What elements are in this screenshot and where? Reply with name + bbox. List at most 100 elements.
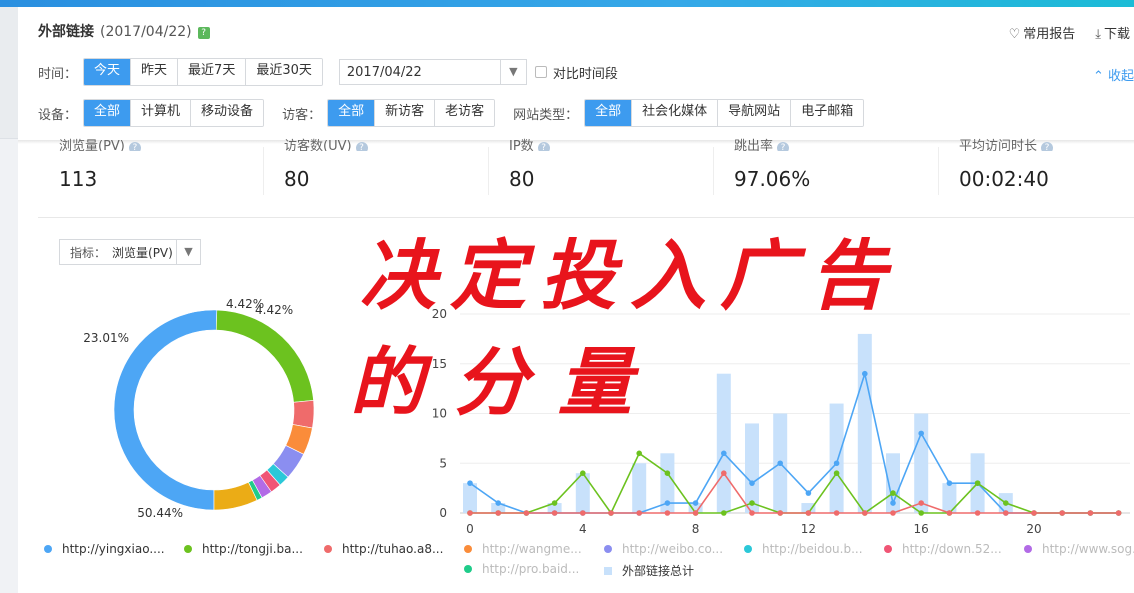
total-bar[interactable]: [829, 403, 844, 513]
legend-label: 外部链接总计: [622, 564, 695, 578]
series-point[interactable]: [467, 510, 473, 516]
series-point[interactable]: [777, 460, 783, 467]
charts-canvas: 50.44%23.01%4.42%4.42% 051015200 4 8 12 16 20…: [83, 231, 1130, 536]
legend-label: http://pro.baid...: [482, 562, 580, 576]
legend-marker: [324, 545, 332, 553]
series-point[interactable]: [1003, 500, 1009, 506]
series-point[interactable]: [636, 510, 642, 516]
series-point[interactable]: [1087, 510, 1094, 516]
x-tick-label: 4: [579, 522, 587, 536]
series-point[interactable]: [721, 470, 727, 477]
series-point[interactable]: [467, 480, 473, 486]
legend-label: http://weibo.co...: [622, 542, 724, 556]
legend-marker: [464, 545, 472, 553]
series-point[interactable]: [946, 510, 953, 516]
series-point[interactable]: [1003, 510, 1009, 516]
legend-label: http://beidou.b...: [762, 542, 863, 556]
legend-label: http://down.52...: [902, 542, 1002, 556]
series-point[interactable]: [862, 370, 868, 377]
series-point[interactable]: [833, 470, 840, 477]
series-point[interactable]: [974, 510, 981, 516]
donut-chart: 50.44%23.01%4.42%4.42%: [83, 297, 315, 520]
donut-slice[interactable]: [215, 309, 314, 403]
series-point[interactable]: [664, 510, 671, 516]
series-point[interactable]: [580, 470, 586, 477]
series-point[interactable]: [946, 480, 953, 486]
total-bar[interactable]: [716, 373, 731, 513]
series-point[interactable]: [721, 450, 727, 457]
total-bar[interactable]: [914, 413, 929, 514]
series-point[interactable]: [862, 510, 868, 516]
series-point[interactable]: [495, 500, 502, 506]
donut-slice[interactable]: [113, 309, 218, 511]
total-bar[interactable]: [632, 463, 647, 513]
total-bar[interactable]: [857, 333, 872, 513]
legend-marker: [464, 565, 472, 573]
legend-marker: [744, 545, 752, 553]
legend-marker: [604, 545, 612, 553]
legend-label: http://yingxiao....: [62, 542, 165, 556]
legend-item[interactable]: http://tuhao.a8...: [324, 542, 443, 556]
legend-marker: [884, 545, 892, 553]
series-point[interactable]: [918, 510, 924, 516]
x-tick-label: 8: [692, 522, 700, 536]
legend-item[interactable]: http://pro.baid...: [464, 562, 579, 576]
x-tick-label: 12: [801, 522, 816, 536]
legend-label: http://tuhao.a8...: [342, 542, 444, 556]
legend-label: http://tongji.ba...: [202, 542, 303, 556]
legend-item[interactable]: http://tongji.ba...: [184, 542, 303, 556]
series-point[interactable]: [749, 500, 755, 506]
handwritten-annotation: 决定投入广告 的分量: [350, 231, 900, 426]
series-point[interactable]: [749, 480, 755, 486]
series-point[interactable]: [580, 510, 586, 516]
series-point[interactable]: [890, 510, 896, 516]
series-point[interactable]: [551, 500, 558, 506]
legend-item[interactable]: http://www.sog...: [1024, 542, 1134, 556]
legend-item[interactable]: http://weibo.co...: [604, 542, 723, 556]
legend-item[interactable]: http://wangme...: [464, 542, 582, 556]
series-point[interactable]: [608, 510, 614, 516]
series-point[interactable]: [805, 510, 812, 516]
series-point[interactable]: [833, 460, 840, 467]
series-point[interactable]: [1115, 510, 1122, 516]
series-point[interactable]: [974, 480, 981, 486]
series-point[interactable]: [777, 510, 783, 516]
series-point[interactable]: [664, 470, 671, 477]
total-bar[interactable]: [463, 483, 477, 513]
series-point[interactable]: [1031, 510, 1037, 516]
series-point[interactable]: [918, 430, 924, 437]
legend-label: http://wangme...: [482, 542, 582, 556]
series-point[interactable]: [523, 510, 530, 516]
series-line: [470, 452, 1119, 515]
series-point[interactable]: [1059, 510, 1065, 516]
annotation-line-2: 的分量: [350, 340, 662, 426]
series-point[interactable]: [833, 510, 840, 516]
legend-marker: [604, 566, 612, 575]
series-point[interactable]: [918, 500, 924, 506]
series-point[interactable]: [692, 500, 699, 506]
series-point[interactable]: [636, 450, 642, 457]
legend-item[interactable]: http://beidou.b...: [744, 542, 863, 556]
series-point[interactable]: [551, 510, 558, 516]
legend-item[interactable]: http://yingxiao....: [44, 542, 165, 556]
donut-slice[interactable]: [292, 400, 315, 429]
series-point[interactable]: [664, 500, 671, 506]
legend-item[interactable]: 外部链接总计: [604, 562, 694, 579]
series-point[interactable]: [890, 490, 896, 496]
legend-item[interactable]: http://down.52...: [884, 542, 1002, 556]
donut-slice-label: 4.42%: [255, 303, 293, 317]
legend-marker: [44, 545, 52, 553]
annotation-line-1: 决定投入广告: [360, 231, 900, 320]
donut-slice-label: 50.44%: [137, 506, 183, 520]
donut-slice[interactable]: [213, 481, 258, 511]
series-point[interactable]: [692, 510, 699, 516]
legend-label: http://www.sog...: [1042, 542, 1134, 556]
series-point[interactable]: [721, 510, 727, 516]
donut-slice-label: 23.01%: [83, 331, 129, 345]
series-point[interactable]: [805, 490, 812, 496]
series-point[interactable]: [749, 510, 755, 516]
y-tick-label: 0: [439, 506, 447, 520]
series-point[interactable]: [495, 510, 502, 516]
series-point[interactable]: [890, 500, 896, 506]
total-bar[interactable]: [745, 423, 759, 513]
